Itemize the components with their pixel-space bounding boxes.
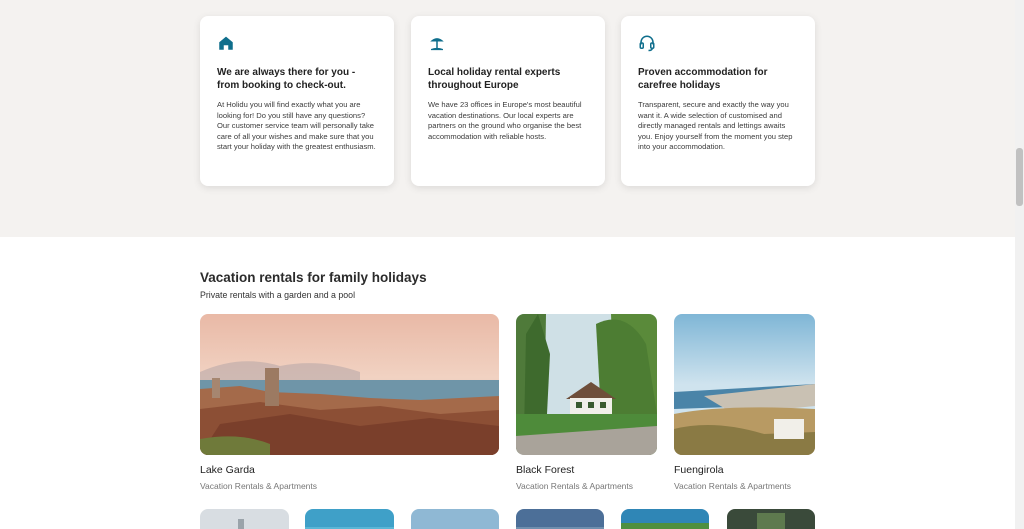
destination-image[interactable] — [200, 314, 499, 455]
feature-body: At Holidu you will find exactly what you… — [217, 100, 376, 152]
destination-name[interactable]: Black Forest — [516, 464, 657, 476]
destination-image[interactable] — [674, 314, 815, 455]
destination-subtitle: Vacation Rentals & Apartments — [674, 481, 792, 491]
destination-thumb[interactable] — [621, 509, 709, 529]
house-icon — [219, 36, 233, 50]
destination-image[interactable] — [516, 314, 657, 455]
destination-card-lake-garda[interactable]: Lake Garda Vacation Rentals & Apartments — [200, 314, 499, 491]
beach-umbrella-icon — [430, 38, 444, 51]
feature-title: Local holiday rental experts throughout … — [428, 67, 561, 91]
page-scrollbar[interactable] — [1015, 0, 1024, 529]
feature-title: Proven accommodation for carefree holida… — [638, 67, 768, 91]
feature-body: Transparent, secure and exactly the way … — [638, 100, 793, 152]
destination-card-fuengirola[interactable]: Fuengirola Vacation Rentals & Apartments — [674, 314, 815, 491]
destination-subtitle: Vacation Rentals & Apartments — [516, 481, 634, 491]
feature-card-proven: Proven accommodation for carefree holida… — [621, 16, 815, 186]
features-band: We are always there for you - from booki… — [0, 0, 1015, 237]
feature-card-local-experts: Local holiday rental experts throughout … — [411, 16, 605, 186]
feature-card-support: We are always there for you - from booki… — [200, 16, 394, 186]
destination-thumb[interactable] — [411, 509, 499, 529]
destination-thumb[interactable] — [200, 509, 289, 529]
feature-title: We are always there for you - from booki… — [217, 67, 356, 91]
headset-icon — [639, 35, 655, 52]
destination-name[interactable]: Lake Garda — [200, 464, 499, 476]
feature-body: We have 23 offices in Europe's most beau… — [428, 100, 582, 141]
section-title: Vacation rentals for family holidays — [200, 270, 427, 285]
destination-subtitle: Vacation Rentals & Apartments — [200, 481, 318, 491]
destination-thumb[interactable] — [305, 509, 394, 529]
destination-thumb[interactable] — [727, 509, 815, 529]
destination-name[interactable]: Fuengirola — [674, 464, 815, 476]
scrollbar-thumb[interactable] — [1016, 148, 1023, 206]
destination-card-black-forest[interactable]: Black Forest Vacation Rentals & Apartmen… — [516, 314, 657, 491]
section-subtitle: Private rentals with a garden and a pool — [200, 290, 356, 300]
destination-thumb[interactable] — [516, 509, 604, 529]
